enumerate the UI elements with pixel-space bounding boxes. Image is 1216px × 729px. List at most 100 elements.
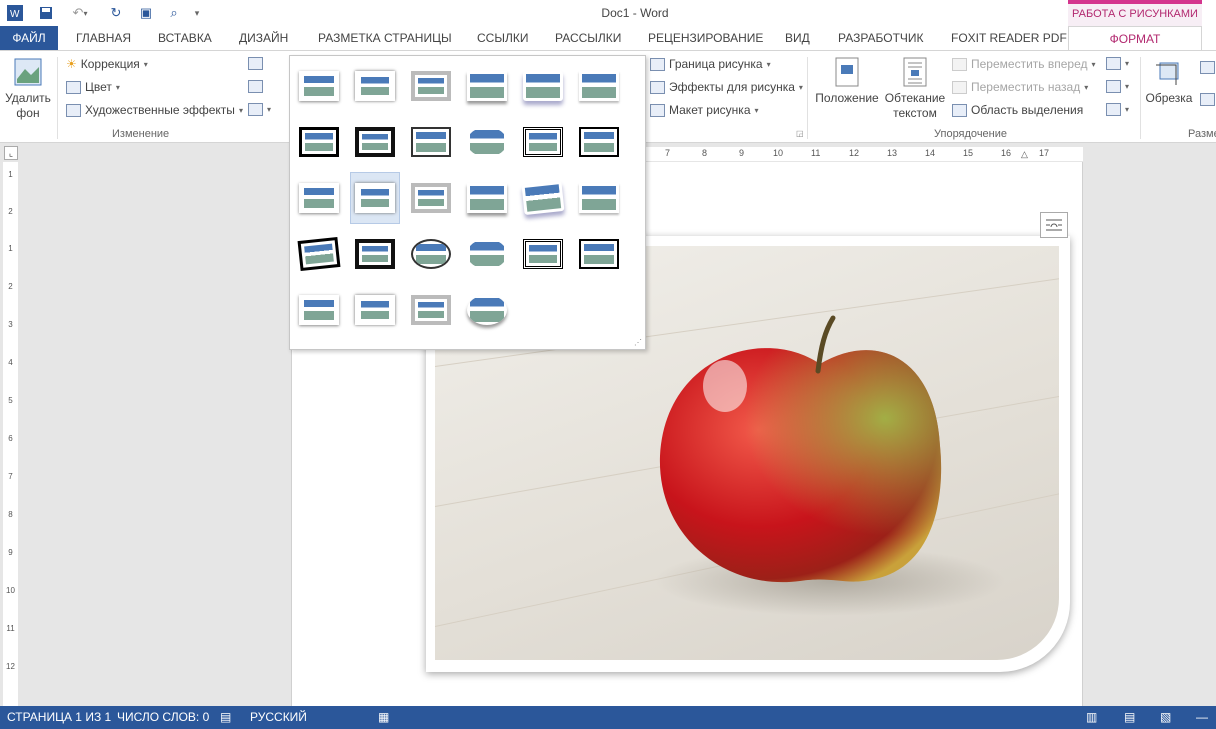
- picture-style-17[interactable]: [518, 172, 568, 224]
- send-backward-button[interactable]: Переместить назад ▾: [952, 80, 1088, 94]
- read-mode-icon[interactable]: ▥: [1086, 710, 1097, 724]
- indent-marker-icon[interactable]: △: [1021, 149, 1028, 160]
- tab-format[interactable]: ФОРМАТ: [1068, 26, 1202, 51]
- picture-style-27[interactable]: [406, 284, 456, 336]
- bring-forward-icon: [952, 57, 967, 71]
- position-button[interactable]: Положение: [812, 57, 882, 106]
- picture-style-21[interactable]: [406, 228, 456, 280]
- ruler-number: 2: [8, 282, 13, 291]
- ruler-number: 11: [811, 148, 821, 158]
- picture-style-thumbnail-icon: [411, 183, 451, 213]
- tab-page-layout[interactable]: РАЗМЕТКА СТРАНИЦЫ: [318, 26, 452, 50]
- rotate-icon[interactable]: ▾: [1106, 103, 1129, 116]
- picture-layout-button[interactable]: Макет рисунка ▾: [650, 103, 759, 117]
- tab-view[interactable]: ВИД: [785, 26, 810, 50]
- picture-style-7[interactable]: [294, 116, 344, 168]
- artistic-effects-icon: [66, 103, 81, 117]
- picture-style-thumbnail-icon: [411, 71, 451, 101]
- artistic-effects-button[interactable]: Художественные эффекты ▾: [66, 103, 243, 117]
- picture-style-28[interactable]: [462, 284, 512, 336]
- picture-style-15[interactable]: [406, 172, 456, 224]
- picture-style-10[interactable]: [462, 116, 512, 168]
- picture-style-16[interactable]: [462, 172, 512, 224]
- resize-grip-icon[interactable]: ⋰: [634, 338, 642, 347]
- height-icon[interactable]: [1200, 61, 1215, 74]
- dialog-launcher-icon[interactable]: ◲: [796, 129, 804, 138]
- print-layout-icon[interactable]: ▤: [1124, 710, 1135, 724]
- picture-style-thumbnail-icon: [467, 183, 507, 213]
- reset-picture-icon[interactable]: ▾: [248, 103, 271, 116]
- picture-style-thumbnail-icon: [355, 183, 395, 213]
- color-button[interactable]: Цвет ▾: [66, 80, 120, 94]
- tab-review[interactable]: РЕЦЕНЗИРОВАНИЕ: [648, 26, 763, 50]
- picture-border-icon: [650, 57, 665, 71]
- correction-button[interactable]: ☀ Коррекция ▾: [66, 57, 148, 71]
- tab-insert[interactable]: ВСТАВКА: [158, 26, 212, 50]
- picture-style-25[interactable]: [294, 284, 344, 336]
- picture-style-thumbnail-icon: [523, 71, 563, 101]
- wrap-text-button[interactable]: Обтекание текстом: [882, 57, 948, 121]
- picture-border-button[interactable]: Граница рисунка ▾: [650, 57, 771, 71]
- position-label: Положение: [815, 91, 879, 105]
- bring-forward-button[interactable]: Переместить вперед ▾: [952, 57, 1096, 71]
- tab-file[interactable]: ФАЙЛ: [0, 26, 58, 50]
- group-icon[interactable]: ▾: [1106, 80, 1129, 93]
- macro-icon[interactable]: ▦: [378, 710, 389, 724]
- tab-developer[interactable]: РАЗРАБОТЧИК: [838, 26, 924, 50]
- picture-style-thumbnail-icon: [299, 295, 339, 325]
- picture-style-4[interactable]: [462, 60, 512, 112]
- proofing-icon[interactable]: ▤: [220, 710, 231, 724]
- picture-style-5[interactable]: [518, 60, 568, 112]
- change-picture-icon[interactable]: [248, 80, 263, 93]
- picture-style-26[interactable]: [350, 284, 400, 336]
- tab-foxit[interactable]: FOXIT READER PDF: [951, 26, 1067, 50]
- zoom-slider[interactable]: —: [1196, 710, 1208, 724]
- picture-style-thumbnail-icon: [354, 238, 396, 270]
- selection-pane-button[interactable]: Область выделения: [952, 103, 1083, 117]
- picture-layout-icon: [650, 103, 665, 117]
- picture-style-14[interactable]: [350, 172, 400, 224]
- layout-options-icon: [1046, 219, 1062, 231]
- picture-style-23[interactable]: [518, 228, 568, 280]
- bring-forward-label: Переместить вперед: [971, 57, 1088, 71]
- width-icon[interactable]: [1200, 93, 1215, 106]
- correction-label: Коррекция: [80, 57, 140, 71]
- picture-style-8[interactable]: [350, 116, 400, 168]
- picture-style-11[interactable]: [518, 116, 568, 168]
- picture-style-2[interactable]: [350, 60, 400, 112]
- crop-button[interactable]: Обрезка: [1144, 57, 1194, 106]
- remove-background-button[interactable]: Удалить фон: [4, 57, 52, 121]
- picture-style-20[interactable]: [350, 228, 400, 280]
- picture-style-24[interactable]: [574, 228, 624, 280]
- tab-home[interactable]: ГЛАВНАЯ: [76, 26, 131, 50]
- picture-style-9[interactable]: [406, 116, 456, 168]
- picture-style-1[interactable]: [294, 60, 344, 112]
- title-bar: W ↶ ▾ ↻ ▣ ⌕ ▾ Doc1 - Word РАБОТА С РИСУНК…: [0, 0, 1216, 26]
- picture-style-thumbnail-icon: [579, 71, 619, 101]
- picture-style-thumbnail-icon: [354, 126, 396, 158]
- picture-style-6[interactable]: [574, 60, 624, 112]
- compress-pictures-icon[interactable]: [248, 57, 263, 70]
- tab-mailings[interactable]: РАССЫЛКИ: [555, 26, 621, 50]
- tab-references[interactable]: ССЫЛКИ: [477, 26, 528, 50]
- picture-style-19[interactable]: [294, 228, 344, 280]
- tab-selector-icon[interactable]: ⌞: [4, 146, 18, 160]
- picture-style-13[interactable]: [294, 172, 344, 224]
- layout-options-button[interactable]: [1040, 212, 1068, 238]
- language[interactable]: РУССКИЙ: [250, 710, 307, 724]
- ruler-number: 1: [8, 244, 13, 253]
- picture-style-thumbnail-icon: [467, 71, 507, 101]
- tab-design[interactable]: ДИЗАЙН: [239, 26, 288, 50]
- align-icon[interactable]: ▾: [1106, 57, 1129, 70]
- web-layout-icon[interactable]: ▧: [1160, 710, 1171, 724]
- crop-label: Обрезка: [1145, 91, 1193, 105]
- picture-effects-label: Эффекты для рисунка: [669, 80, 795, 94]
- picture-style-18[interactable]: [574, 172, 624, 224]
- picture-effects-button[interactable]: Эффекты для рисунка ▾: [650, 80, 803, 94]
- picture-style-22[interactable]: [462, 228, 512, 280]
- picture-style-3[interactable]: [406, 60, 456, 112]
- page-count[interactable]: СТРАНИЦА 1 ИЗ 1: [7, 710, 111, 724]
- picture-style-12[interactable]: [574, 116, 624, 168]
- word-count[interactable]: ЧИСЛО СЛОВ: 0: [117, 710, 209, 724]
- group-size-label: Разме: [1188, 128, 1216, 140]
